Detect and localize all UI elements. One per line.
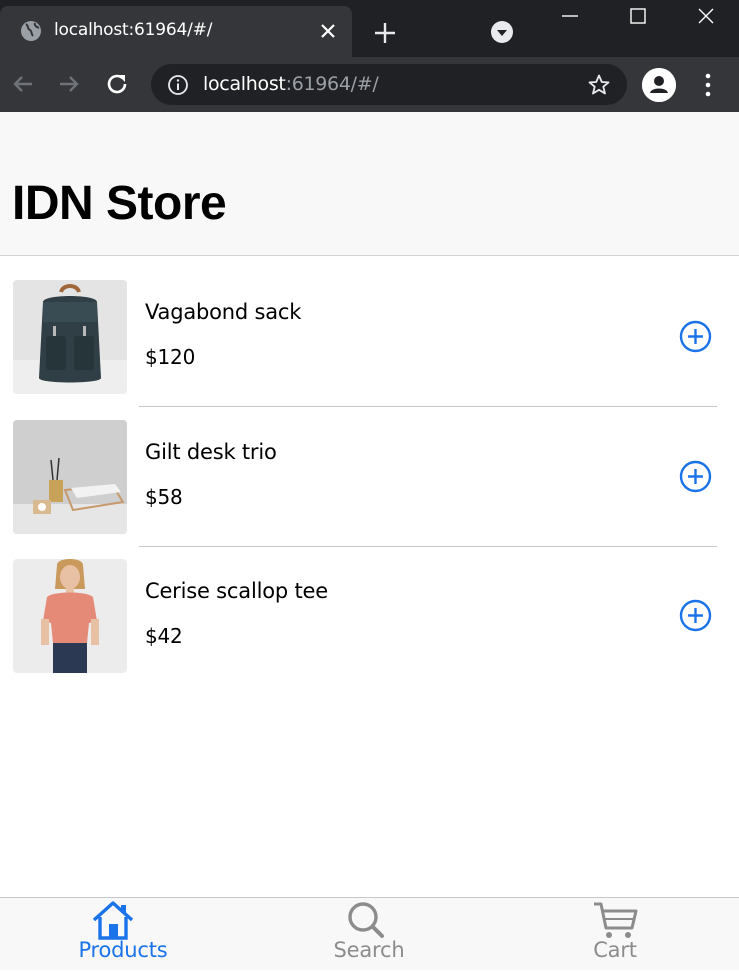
browser-tabstrip: localhost:61964/#/	[0, 0, 739, 57]
maximize-icon[interactable]	[626, 4, 650, 28]
profile-avatar[interactable]	[642, 68, 676, 102]
tab-label: Search	[333, 938, 405, 962]
product-thumbnail-backpack	[13, 280, 127, 394]
product-price: $120	[145, 345, 196, 369]
list-item[interactable]: Vagabond sack $120	[0, 256, 739, 407]
bottom-tab-bar: Products Search Cart	[0, 897, 739, 970]
minimize-icon[interactable]	[558, 4, 582, 28]
browser-toolbar: localhost:61964/#/	[0, 57, 739, 112]
cart-icon	[594, 902, 638, 938]
url-text[interactable]: localhost:61964/#/	[203, 73, 379, 95]
app-header: IDN Store	[0, 112, 739, 256]
tab-label: Cart	[593, 938, 637, 962]
back-arrow-icon[interactable]	[10, 71, 36, 97]
tab-cart[interactable]: Cart	[492, 898, 738, 971]
tab-products[interactable]: Products	[0, 898, 246, 971]
add-circle-icon[interactable]	[679, 460, 712, 493]
chevron-down-icon[interactable]	[490, 20, 514, 44]
browser-tab[interactable]: localhost:61964/#/	[0, 6, 352, 57]
product-thumbnail-desk-set	[13, 420, 127, 534]
tab-title: localhost:61964/#/	[54, 20, 213, 40]
forward-arrow-icon[interactable]	[56, 71, 82, 97]
star-icon[interactable]	[587, 73, 611, 97]
info-icon[interactable]	[167, 74, 189, 96]
desk-set-image	[13, 420, 127, 534]
product-price: $58	[145, 485, 183, 509]
page-title: IDN Store	[12, 177, 227, 230]
reload-icon[interactable]	[104, 71, 130, 97]
product-price: $42	[145, 624, 183, 648]
product-name: Cerise scallop tee	[145, 579, 328, 603]
tab-search[interactable]: Search	[246, 898, 492, 971]
add-circle-icon[interactable]	[679, 599, 712, 632]
close-icon[interactable]	[318, 21, 338, 41]
search-icon	[348, 902, 384, 938]
address-bar[interactable]: localhost:61964/#/	[151, 64, 627, 105]
url-path: :61964/#/	[285, 73, 379, 95]
add-circle-icon[interactable]	[679, 320, 712, 353]
tab-label: Products	[78, 938, 168, 962]
backpack-image	[13, 280, 127, 394]
product-thumbnail-pink-tee	[13, 559, 127, 673]
list-item[interactable]: Gilt desk trio $58	[0, 396, 739, 547]
product-name: Gilt desk trio	[145, 440, 277, 464]
window-close-icon[interactable]	[694, 4, 718, 28]
url-host: localhost	[203, 73, 286, 95]
list-item[interactable]: Cerise scallop tee $42	[0, 535, 739, 675]
home-icon	[92, 901, 134, 940]
globe-icon	[21, 21, 41, 41]
pink-tee-image	[13, 559, 127, 673]
person-icon	[642, 68, 676, 102]
plus-icon[interactable]	[372, 20, 398, 46]
product-name: Vagabond sack	[145, 300, 302, 324]
more-vert-icon[interactable]	[697, 71, 719, 99]
